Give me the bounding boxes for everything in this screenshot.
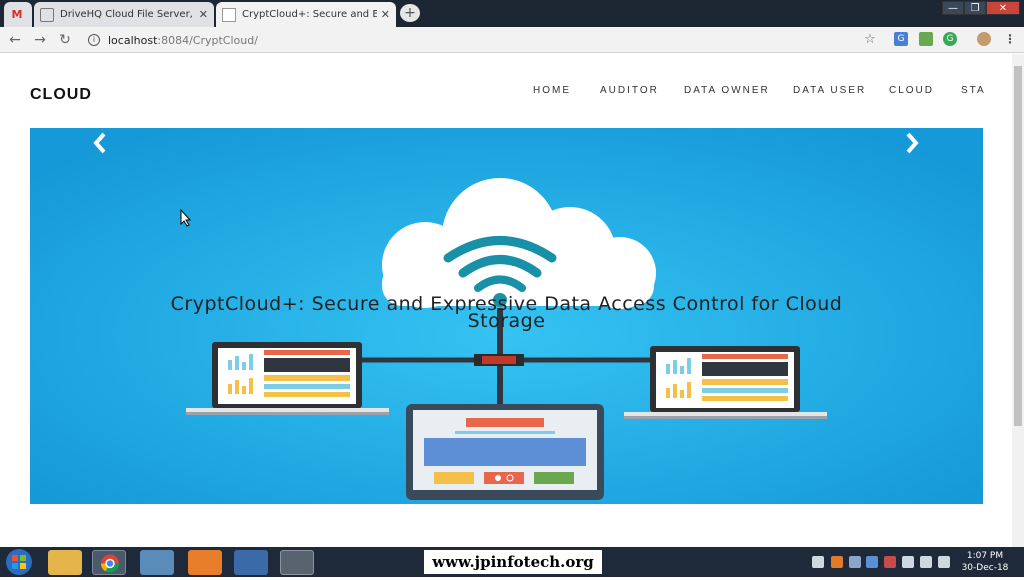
tab-gmail[interactable]: M [4,2,32,27]
minimize-icon[interactable]: — [942,1,964,15]
flag-icon[interactable] [884,556,896,568]
tab-label: CryptCloud+: Secure and Expres [242,9,377,20]
nav-auditor[interactable]: AUDITOR [600,85,659,96]
tray-icon[interactable] [849,556,861,568]
close-icon[interactable]: ✕ [199,8,208,21]
nav-home[interactable]: HOME [533,85,571,96]
url-field[interactable]: i localhost :8084/CryptCloud/ [80,30,880,50]
flashget-icon[interactable] [234,550,268,575]
mouse-cursor-icon [180,209,192,227]
nav-data-owner[interactable]: DATA OWNER [684,85,770,96]
star-icon[interactable]: ☆ [862,32,878,48]
back-icon[interactable]: ← [7,32,23,48]
gmail-icon: M [11,8,23,21]
tray-icon[interactable] [831,556,843,568]
carousel-caption: CryptCloud+: Secure and Expressive Data … [170,293,843,332]
clock-time: 1:07 PM [966,551,1004,561]
tab-drivehq[interactable]: DriveHQ Cloud File Server, Drive ✕ [34,2,214,27]
hero-carousel: CryptCloud+: Secure and Expressive Data … [30,128,983,504]
nav-data-user[interactable]: DATA USER [793,85,866,96]
watermark: www.jpinfotech.org [424,550,602,574]
restore-icon[interactable]: ❐ [964,1,986,15]
main-nav: HOME AUDITOR DATA OWNER DATA USER CLOUD … [0,85,1012,99]
reload-icon[interactable]: ↻ [57,32,73,48]
system-clock[interactable]: 1:07 PM 30-Dec-18 [958,550,1012,574]
file-explorer-icon[interactable] [48,550,82,575]
carousel-prev-icon[interactable] [88,128,112,158]
tab-cryptcloud[interactable]: CryptCloud+: Secure and Expres ✕ [216,2,396,27]
info-icon[interactable]: i [88,34,100,46]
forward-icon[interactable]: → [32,32,48,48]
grammarly-extension-icon[interactable]: G [943,32,957,46]
new-tab-button[interactable]: + [400,4,420,22]
power-icon[interactable] [902,556,914,568]
profile-avatar[interactable] [977,32,991,46]
virtualbox-icon[interactable] [140,550,174,575]
page-scrollbar[interactable] [1012,54,1024,547]
tab-label: DriveHQ Cloud File Server, Drive [60,9,195,20]
url-host: localhost [108,33,158,47]
extension-icon[interactable] [919,32,933,46]
address-bar: ← → ↻ i localhost :8084/CryptCloud/ ☆ [0,27,1024,53]
bluetooth-icon[interactable] [866,556,878,568]
web-page: CLOUD HOME AUDITOR DATA OWNER DATA USER … [0,54,1012,547]
monitor-icon [406,404,604,500]
start-button-icon[interactable] [4,548,34,576]
window-icon[interactable] [280,550,314,575]
page-icon [222,7,236,22]
browser-tab-strip: M DriveHQ Cloud File Server, Drive ✕ Cry… [0,0,1024,27]
nav-sta[interactable]: STA [961,85,986,96]
translate-extension-icon[interactable]: G [894,32,908,46]
network-icon[interactable] [920,556,932,568]
scrollbar-thumb[interactable] [1014,66,1022,426]
url-path: :8084/CryptCloud/ [157,33,258,47]
tray-icon[interactable] [812,556,824,568]
foxit-icon[interactable] [188,550,222,575]
laptop-left-icon [186,342,389,415]
volume-icon[interactable] [938,556,950,568]
windows-taskbar: www.jpinfotech.org 1:07 PM 30-Dec-18 [0,547,1024,577]
menu-icon[interactable]: ⋮ [1003,32,1017,46]
carousel-next-icon[interactable] [900,128,924,158]
laptop-right-icon [624,346,827,419]
close-window-icon[interactable]: ✕ [986,1,1020,15]
chrome-icon[interactable] [92,550,126,575]
drivehq-icon [40,7,54,22]
close-icon[interactable]: ✕ [381,8,390,21]
clock-date: 30-Dec-18 [961,563,1009,573]
nav-cloud[interactable]: CLOUD [889,85,934,96]
